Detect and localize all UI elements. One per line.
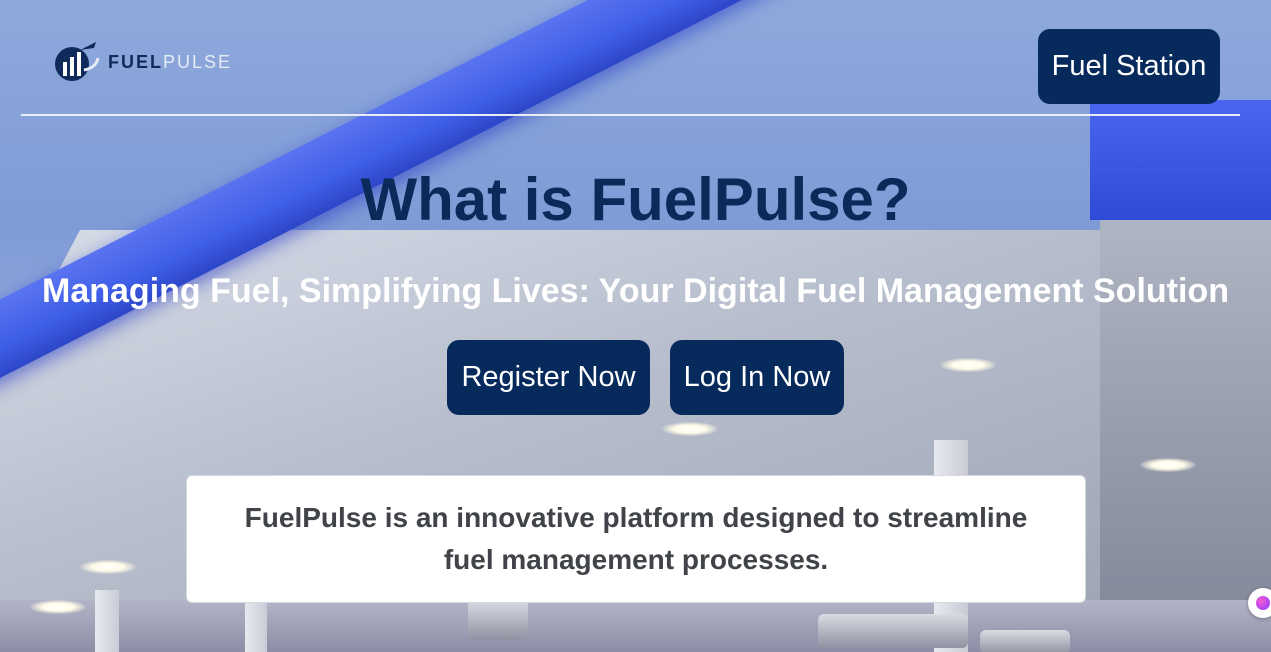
header-divider <box>21 114 1240 116</box>
logo-wordmark: FUELPULSE <box>108 52 232 73</box>
logo-text-secondary: PULSE <box>163 51 233 72</box>
ground-image <box>0 600 1271 652</box>
hero-subtitle: Managing Fuel, Simplifying Lives: Your D… <box>42 272 1229 310</box>
brand-logo[interactable]: FUELPULSE <box>50 40 232 84</box>
canopy-light-icon <box>80 560 136 574</box>
canopy-light-icon <box>940 358 996 372</box>
canopy-light-icon <box>662 422 718 436</box>
page-title: What is FuelPulse? <box>360 166 911 233</box>
canopy-light-icon <box>30 600 86 614</box>
fuel-pump-image <box>468 600 528 640</box>
assistant-bubble-icon <box>1256 596 1270 610</box>
description-text: FuelPulse is an innovative platform desi… <box>244 502 1028 575</box>
fuel-pump-image <box>980 630 1070 652</box>
register-now-button[interactable]: Register Now <box>447 340 650 415</box>
log-in-now-button[interactable]: Log In Now <box>670 340 844 415</box>
description-card: FuelPulse is an innovative platform desi… <box>186 475 1086 603</box>
canopy-pillar <box>245 600 267 652</box>
fuel-station-button[interactable]: Fuel Station <box>1038 29 1220 104</box>
fuel-pump-image <box>818 614 968 648</box>
fuel-gauge-logo-icon <box>55 42 100 81</box>
assistant-bubble-button[interactable] <box>1248 588 1271 618</box>
logo-text-primary: FUEL <box>108 51 163 72</box>
canopy-pillar <box>95 590 119 652</box>
canopy-light-icon <box>1140 458 1196 472</box>
